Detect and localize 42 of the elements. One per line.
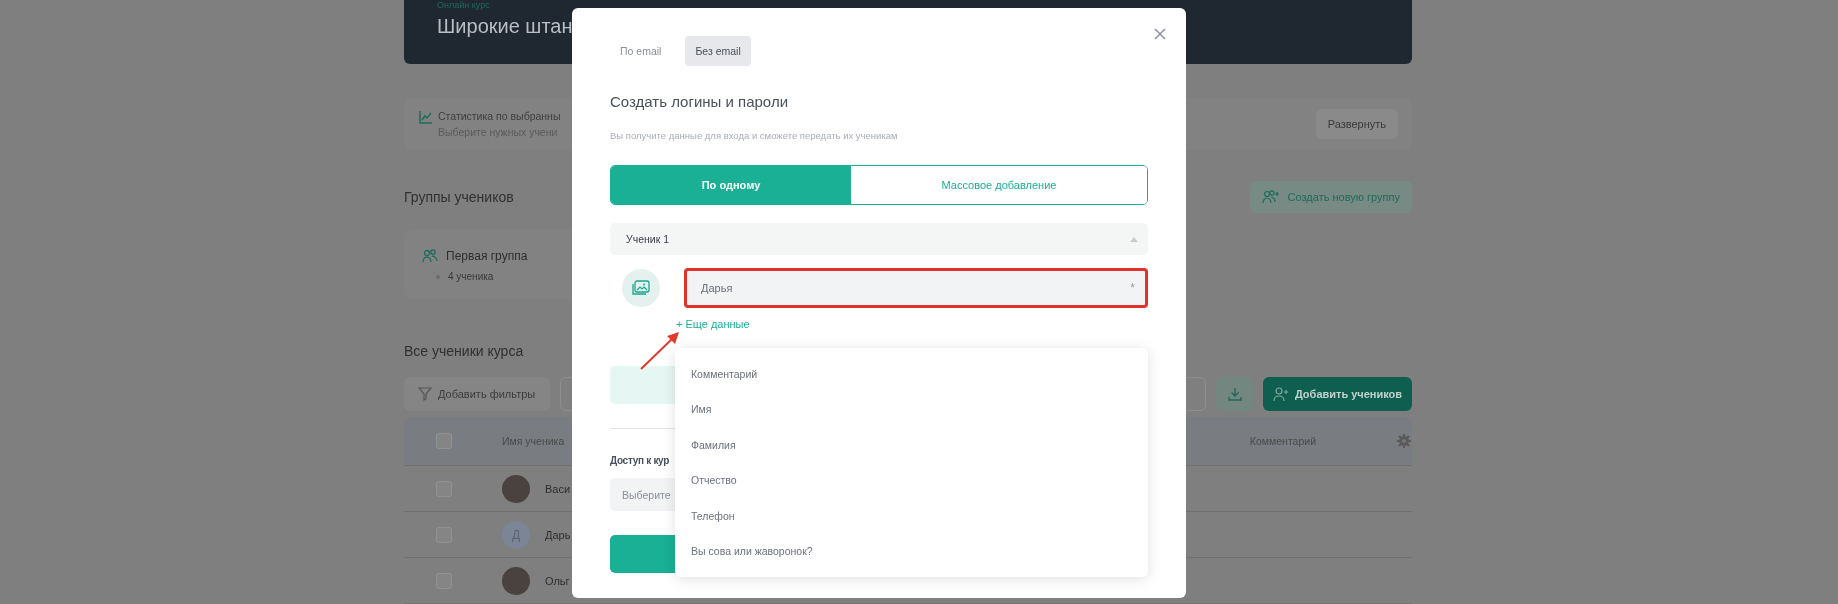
more-data-link[interactable]: + Еще данные	[676, 318, 750, 330]
download-button[interactable]	[1216, 377, 1253, 411]
close-icon	[1154, 28, 1166, 40]
checkbox[interactable]	[436, 433, 452, 449]
stats-title: Статистика по выбранны	[438, 110, 561, 122]
photo-upload-button[interactable]	[622, 269, 660, 307]
menu-item[interactable]: Вы сова или жаворонок?	[675, 533, 1148, 569]
menu-item[interactable]: Фамилия	[675, 427, 1148, 463]
menu-item[interactable]: Комментарий	[675, 356, 1148, 392]
dialog-subtitle: Вы получите данные для входа и сможете передать их ученикам	[610, 130, 899, 141]
tab[interactable]: По email	[610, 36, 672, 66]
chart-icon	[418, 109, 434, 125]
image-icon	[632, 280, 650, 296]
section-title: Все ученики курса	[404, 343, 525, 359]
student-name: Васи	[545, 482, 571, 495]
tab[interactable]: Без email	[685, 36, 751, 66]
annotation-arrow	[639, 331, 681, 371]
student-count: 4 ученика	[448, 271, 494, 282]
access-label: Доступ к кур	[610, 455, 670, 466]
student-section-header[interactable]: Ученик 1	[610, 223, 1148, 255]
avatar-photo	[502, 474, 530, 503]
menu-item[interactable]: Телефон	[675, 498, 1148, 534]
student-name: Дарь	[545, 528, 571, 541]
menu-item[interactable]: Имя	[675, 391, 1148, 427]
funnel-icon	[418, 387, 432, 401]
mode-tab[interactable]: По одному	[611, 166, 851, 204]
expand-button[interactable]: Развернуть	[1315, 109, 1398, 139]
filter-button[interactable]: Добавить фильтры	[404, 377, 550, 411]
group-name: Первая группа	[446, 248, 528, 263]
users-icon	[422, 248, 438, 263]
menu-item[interactable]: Отчество	[675, 462, 1148, 498]
student-name: Ольг	[545, 574, 570, 587]
required-mark: *	[1130, 281, 1135, 295]
download-icon	[1226, 386, 1243, 402]
course-title: Широкие штан	[437, 15, 573, 38]
avatar-photo	[502, 566, 530, 595]
section-title: Группы учеников	[404, 189, 514, 205]
add-students-button[interactable]: Добавить учеников	[1263, 377, 1412, 411]
add-user-icon	[1272, 386, 1289, 402]
name-field[interactable]: Дарья *	[684, 268, 1148, 308]
add-users-icon	[1261, 189, 1280, 205]
dialog-title: Создать логины и пароли	[610, 93, 789, 110]
